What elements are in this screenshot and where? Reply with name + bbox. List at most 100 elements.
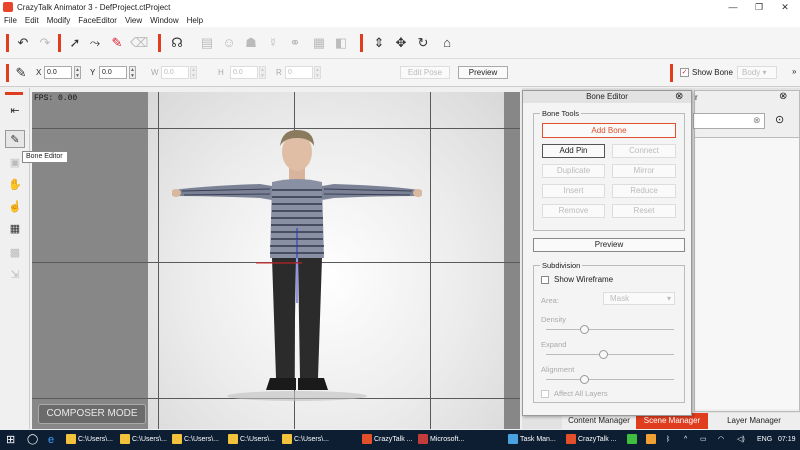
app-window: CrazyTalk Animator 3 - DefProject.ctProj…	[0, 0, 800, 450]
add-pin-button[interactable]: Add Pin	[542, 144, 605, 158]
home-camera-icon[interactable]: ⌂	[438, 34, 456, 52]
edge-browser-icon[interactable]: e	[48, 430, 54, 450]
character-figure[interactable]	[172, 128, 422, 403]
x-spinner[interactable]: ▲ ▼	[74, 66, 81, 79]
menu-view[interactable]: View	[125, 16, 142, 25]
taskbar-app[interactable]: C:\Users\...	[172, 430, 222, 450]
add-bone-button[interactable]: Add Bone	[542, 123, 676, 138]
density-slider-handle[interactable]	[579, 325, 589, 334]
eraser-icon[interactable]: ⌫	[130, 34, 148, 52]
face-icon[interactable]: ☺	[220, 34, 238, 52]
export-icon[interactable]: ⇲	[5, 266, 25, 284]
mirror-button[interactable]: Mirror	[612, 164, 676, 178]
reduce-button[interactable]: Reduce	[612, 184, 676, 198]
show-wireframe-checkbox[interactable]	[541, 276, 549, 284]
tray-volume-icon[interactable]: ◁)	[737, 430, 745, 450]
insert-button[interactable]: Insert	[542, 184, 605, 198]
menu-window[interactable]: Window	[150, 16, 178, 25]
preview-toolbar-button[interactable]: Preview	[458, 66, 508, 79]
tray-network-icon[interactable]: ◠	[718, 430, 724, 450]
menu-file[interactable]: File	[4, 16, 17, 25]
taskbar-app[interactable]: CrazyTalk ...	[566, 430, 622, 450]
y-spinner[interactable]: ▲ ▼	[129, 66, 136, 79]
puppet-icon[interactable]: ☿	[264, 34, 282, 52]
back-icon[interactable]: ⇤	[5, 102, 25, 120]
x-input[interactable]: 0.0	[44, 66, 72, 79]
hand-alt-icon[interactable]: ☝	[5, 198, 25, 216]
taskbar-app[interactable]: C:\Users\...	[120, 430, 170, 450]
body-icon[interactable]: ☗	[242, 34, 260, 52]
composer-mode-button[interactable]: COMPOSER MODE	[38, 404, 146, 424]
taskbar-app[interactable]: CrazyTalk ...	[362, 430, 414, 450]
manager-panel-title: r	[695, 93, 698, 102]
expand-slider-handle[interactable]	[599, 350, 609, 359]
clock[interactable]: 07:19	[778, 430, 796, 450]
windows-start-icon[interactable]: ⊞	[6, 430, 15, 450]
transform-select-icon[interactable]: ⤳	[86, 34, 104, 52]
alignment-slider-handle[interactable]	[579, 375, 589, 384]
density-slider-track	[546, 329, 674, 330]
edit-pose-button[interactable]: Edit Pose	[400, 66, 450, 79]
pen-icon[interactable]: ✎	[12, 64, 30, 82]
taskbar-app[interactable]: C:\Users\...	[66, 430, 116, 450]
manager-list[interactable]	[695, 137, 799, 409]
bone-editor-icon[interactable]: ✎	[5, 130, 25, 148]
template-icon[interactable]: ▦	[310, 34, 328, 52]
area-select[interactable]: Mask ▾	[603, 292, 675, 305]
tray-app-icon[interactable]	[646, 430, 658, 450]
close-dialog-icon[interactable]: ⊗	[675, 91, 683, 103]
select-arrow-icon[interactable]: ➚	[66, 34, 84, 52]
sprite-icon[interactable]: ▤	[198, 34, 216, 52]
move-all-icon[interactable]: ✥	[392, 34, 410, 52]
h-spinner[interactable]: ▲ ▼	[259, 66, 266, 79]
reset-button[interactable]: Reset	[612, 204, 676, 218]
duplicate-button[interactable]: Duplicate	[542, 164, 605, 178]
tray-arrow-icon[interactable]: ^	[684, 430, 687, 450]
tray-battery-icon[interactable]: ▭	[700, 430, 707, 450]
redo-icon[interactable]: ↷	[36, 34, 54, 52]
menu-modify[interactable]: Modify	[47, 16, 71, 25]
rotate-icon[interactable]: ↻	[414, 34, 432, 52]
minimize-button[interactable]: —	[720, 0, 746, 14]
hand-icon[interactable]: ✋	[5, 176, 25, 194]
menu-face-editor[interactable]: FaceEditor	[78, 16, 117, 25]
clear-search-icon[interactable]: ⊗	[753, 115, 761, 126]
taskbar-app[interactable]: Microsoft...	[418, 430, 472, 450]
motion-icon[interactable]: ⚭	[286, 34, 304, 52]
more-tools-button[interactable]: »	[792, 67, 796, 76]
menu-help[interactable]: Help	[187, 16, 203, 25]
bone-tool-icon[interactable]: ✎	[108, 34, 126, 52]
body-select[interactable]: Body ▾	[737, 66, 777, 79]
search-circle-icon[interactable]: ◯	[27, 430, 38, 450]
grid-editor-icon[interactable]: ▦	[5, 220, 25, 238]
menu-edit[interactable]: Edit	[25, 16, 39, 25]
taskbar-app[interactable]: Task Man...	[508, 430, 560, 450]
r-spinner[interactable]: ▲ ▼	[314, 66, 321, 79]
r-input[interactable]: 0	[285, 66, 313, 79]
affect-all-layers-checkbox[interactable]	[541, 390, 549, 398]
w-input[interactable]: 0.0	[161, 66, 189, 79]
show-bone-checkbox[interactable]: ✓	[680, 68, 689, 77]
y-input[interactable]: 0.0	[99, 66, 127, 79]
h-input[interactable]: 0.0	[230, 66, 258, 79]
clip-icon[interactable]: ◧	[332, 34, 350, 52]
mesh-icon[interactable]: ▩	[5, 244, 25, 262]
close-window-button[interactable]: ✕	[772, 0, 798, 14]
move-vertical-icon[interactable]: ⇕	[370, 34, 388, 52]
undo-icon[interactable]: ↶	[14, 34, 32, 52]
w-spinner[interactable]: ▲ ▼	[190, 66, 197, 79]
connect-button[interactable]: Connect	[612, 144, 676, 158]
dropdown-circle-icon[interactable]: ⊙	[775, 113, 784, 126]
stage-viewport[interactable]: FPS: 0.00 COMPOSER MODE	[32, 92, 520, 429]
language-indicator[interactable]: ENG	[757, 430, 772, 450]
head-profile-icon[interactable]: ☊	[168, 34, 186, 52]
taskbar-app[interactable]: C:\Users\...	[228, 430, 278, 450]
maximize-button[interactable]: ❐	[746, 0, 772, 14]
tab-layer-manager[interactable]: Layer Manager	[708, 413, 800, 429]
tray-shield-icon[interactable]	[627, 430, 637, 450]
preview-button[interactable]: Preview	[533, 238, 685, 252]
tray-bluetooth-icon[interactable]: ᛒ	[666, 430, 670, 450]
remove-button[interactable]: Remove	[542, 204, 605, 218]
close-panel-icon[interactable]: ⊗	[779, 91, 787, 102]
taskbar-app[interactable]: C:\Users\...	[282, 430, 332, 450]
